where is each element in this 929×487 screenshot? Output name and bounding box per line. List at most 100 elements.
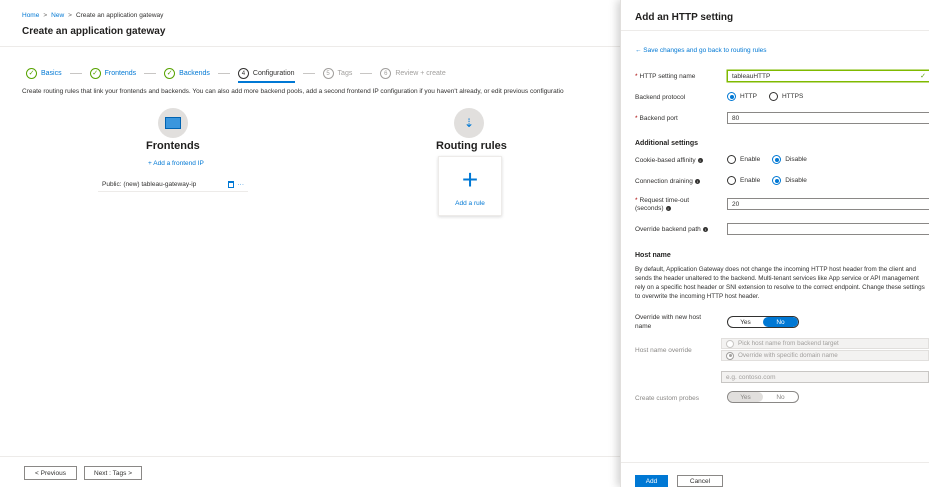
step-frontends[interactable]: ✓ Frontends: [89, 68, 137, 79]
radio-button: [727, 155, 736, 164]
timeout-label: * Request time-out (seconds) i: [635, 197, 689, 213]
radio-label: Disable: [785, 156, 807, 163]
toggle-no[interactable]: No: [763, 392, 798, 402]
radio-https[interactable]: HTTPS: [768, 92, 804, 101]
breadcrumb-current: Create an application gateway: [75, 12, 164, 19]
host-name-heading: Host name: [635, 252, 671, 259]
add-button[interactable]: Add: [635, 475, 668, 487]
previous-button[interactable]: < Previous: [24, 466, 77, 480]
breadcrumb-home[interactable]: Home: [22, 12, 39, 19]
divider: [621, 462, 929, 463]
domain-name-input[interactable]: e.g. contoso.com: [721, 371, 929, 383]
check-icon: ✓: [920, 73, 926, 80]
custom-probes-toggle[interactable]: Yes No: [727, 391, 799, 403]
info-icon[interactable]: i: [694, 178, 700, 184]
add-frontend-ip-link[interactable]: + Add a frontend IP: [148, 160, 204, 167]
required-mark: *: [635, 73, 638, 80]
override-path-input[interactable]: [727, 223, 929, 235]
more-icon[interactable]: ···: [238, 181, 245, 188]
panel-title: Add an HTTP setting: [635, 12, 734, 23]
step-divider: [302, 73, 315, 74]
radio-http[interactable]: HTTP: [727, 92, 757, 101]
divider: [621, 30, 929, 31]
backend-port-input[interactable]: 80: [727, 112, 929, 124]
host-name-description: By default, Application Gateway does not…: [635, 266, 925, 300]
radio-label: Enable: [740, 156, 761, 163]
override-host-toggle[interactable]: Yes No: [727, 316, 799, 328]
label-text: Connection draining: [635, 178, 693, 185]
step-tags[interactable]: 5 Tags: [322, 68, 353, 79]
connection-draining-label: Connection draining i: [635, 178, 700, 185]
next-button[interactable]: Next : Tags >: [84, 466, 142, 480]
toggle-yes[interactable]: Yes: [728, 392, 763, 402]
frontend-row-actions: ···: [227, 181, 245, 188]
label-text: (seconds): [635, 205, 664, 212]
label-text: Override with new host: [635, 314, 702, 321]
arrow-down-icon: ⇣: [463, 116, 475, 130]
label-text: Cookie-based affinity: [635, 157, 696, 164]
toggle-yes[interactable]: Yes: [728, 317, 763, 327]
frontend-icon: [158, 108, 188, 138]
host-override-label: Host name override: [635, 347, 692, 354]
step-label: Tags: [337, 70, 353, 77]
step-divider: [144, 73, 157, 74]
cancel-button[interactable]: Cancel: [677, 475, 723, 487]
additional-settings-heading: Additional settings: [635, 140, 698, 147]
frontend-row-label: Public: (new) tableau-gateway-ip: [102, 181, 197, 188]
step-divider: [360, 73, 373, 74]
radio-override-domain[interactable]: Override with specific domain name: [721, 350, 929, 361]
breadcrumb-new[interactable]: New: [51, 12, 64, 19]
app-root: Home > New > Create an application gateway C…: [0, 0, 929, 487]
radio-cookie-disable[interactable]: Disable: [772, 155, 807, 164]
radio-label: Disable: [785, 177, 807, 184]
radio-draining-enable[interactable]: Enable: [727, 176, 760, 185]
back-to-routing-link[interactable]: ← Save changes and go back to routing ru…: [635, 47, 767, 54]
plus-icon: +: [461, 163, 479, 195]
radio-button: [772, 155, 782, 164]
monitor-icon: [165, 117, 181, 129]
input-value: tableauHTTP: [732, 72, 771, 80]
step-number: 4: [237, 68, 249, 79]
intro-text: Create routing rules that link your fron…: [22, 88, 564, 95]
step-label: Backends: [179, 70, 210, 77]
check-icon: ✓: [26, 68, 37, 79]
step-configuration[interactable]: 4 Configuration: [237, 68, 295, 83]
override-path-label: Override backend path i: [635, 226, 708, 233]
page-title: Create an application gateway: [22, 26, 166, 37]
http-setting-panel: Add an HTTP setting ← Save changes and g…: [620, 0, 929, 487]
info-icon[interactable]: i: [665, 205, 671, 211]
radio-label: Pick host name from backend target: [738, 340, 839, 347]
frontend-row[interactable]: Public: (new) tableau-gateway-ip ···: [98, 178, 248, 192]
connection-draining-radio-group: Enable Disable: [727, 176, 807, 185]
http-setting-name-input[interactable]: tableauHTTP ✓: [727, 70, 929, 82]
routing-icon: ⇣: [454, 108, 484, 138]
radio-pick-host[interactable]: Pick host name from backend target: [721, 338, 929, 349]
step-label: Configuration: [252, 70, 295, 77]
toggle-no[interactable]: No: [763, 317, 798, 327]
step-backends[interactable]: ✓ Backends: [164, 68, 210, 79]
add-rule-button[interactable]: + Add a rule: [438, 156, 502, 216]
host-override-radio-group: Pick host name from backend target Overr…: [721, 338, 929, 362]
info-icon[interactable]: i: [697, 157, 703, 163]
step-basics[interactable]: ✓ Basics: [26, 68, 62, 79]
main-area: Home > New > Create an application gateway C…: [0, 0, 620, 487]
step-number: 6: [380, 68, 392, 79]
step-divider: [69, 73, 82, 74]
trash-icon[interactable]: [227, 181, 234, 188]
input-placeholder: e.g. contoso.com: [726, 373, 776, 381]
backend-port-label: * Backend port: [635, 115, 678, 122]
label-text: Override backend path: [635, 226, 701, 233]
required-mark: *: [635, 197, 638, 204]
wizard-steps: ✓ Basics ✓ Frontends ✓ Backends 4 Config…: [26, 64, 446, 83]
radio-cookie-enable[interactable]: Enable: [727, 155, 760, 164]
step-review[interactable]: 6 Review + create: [380, 68, 446, 79]
custom-probes-label: Create custom probes: [635, 395, 699, 402]
radio-label: HTTP: [740, 93, 757, 100]
step-label: Frontends: [104, 70, 137, 77]
info-icon[interactable]: i: [702, 226, 708, 232]
radio-draining-disable[interactable]: Disable: [772, 176, 807, 185]
breadcrumb: Home > New > Create an application gateway: [22, 12, 163, 19]
timeout-input[interactable]: 20: [727, 198, 929, 210]
radio-label: HTTPS: [781, 93, 804, 100]
breadcrumb-separator: >: [68, 12, 72, 19]
